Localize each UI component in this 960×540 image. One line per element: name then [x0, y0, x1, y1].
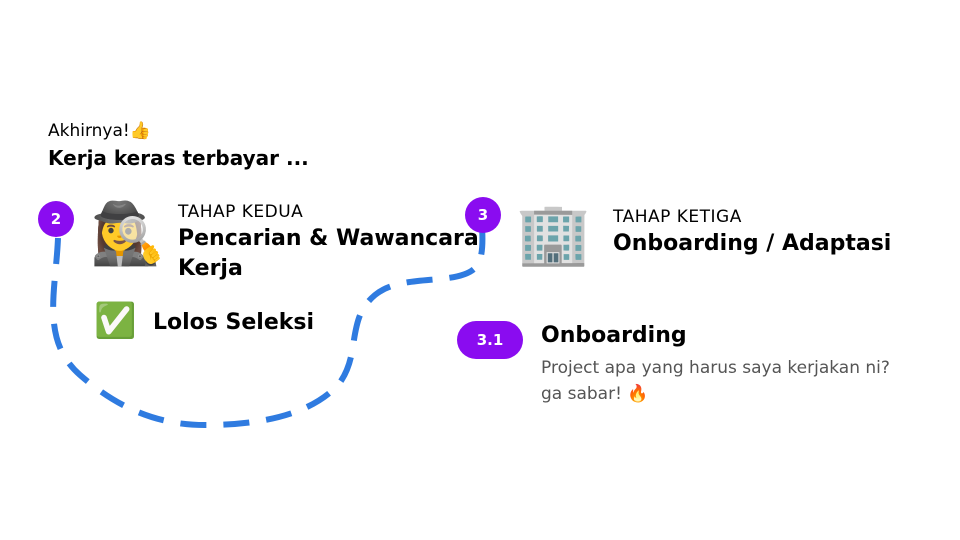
office-building-icon: 🏢 [516, 199, 591, 269]
stage-2-badge: 2 [38, 201, 74, 237]
stage-2-title-line2: Kerja [178, 256, 243, 281]
step-3-1-text-line1: Project apa yang harus saya kerjakan ni? [541, 358, 890, 378]
step-3-1-text-line2: ga sabar! 🔥 [541, 384, 649, 404]
detective-icon: 🕵️‍♀️ [90, 199, 165, 269]
stage-3-badge: 3 [465, 197, 501, 233]
stage-2-title-line1: Pencarian & Wawancara [178, 226, 479, 251]
stage-3-label: TAHAP KETIGA [613, 207, 742, 227]
dashed-journey-path [50, 221, 486, 429]
stage-3-title: Onboarding / Adaptasi [613, 231, 892, 256]
step-3-1-title: Onboarding [541, 323, 687, 348]
check-mark-icon: ✅ [94, 301, 137, 341]
stage-2-result-text: Lolos Seleksi [153, 310, 315, 335]
intro-caption: Akhirnya!👍 [48, 121, 151, 141]
intro-headline: Kerja keras terbayar ... [48, 146, 309, 170]
stage-2-label: TAHAP KEDUA [178, 202, 304, 222]
step-3-1-badge: 3.1 [457, 321, 523, 359]
